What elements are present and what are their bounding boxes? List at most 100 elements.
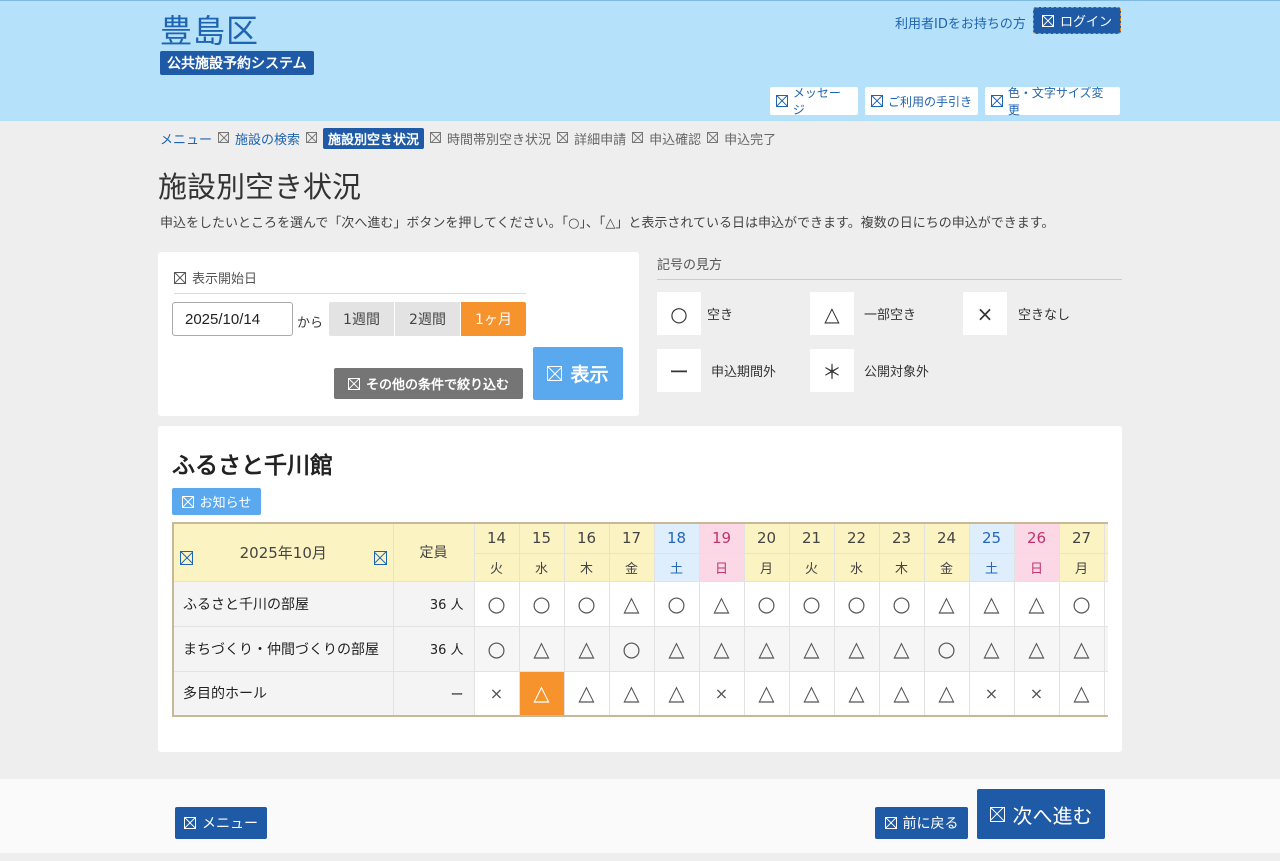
availability-cell[interactable]: △ bbox=[698, 625, 745, 672]
availability-cell[interactable]: △ bbox=[968, 625, 1015, 672]
room-row: 多目的ホールー × △ △ △ △ × △ △ △ △ △ × × △ bbox=[172, 670, 1108, 717]
login-icon bbox=[1041, 14, 1054, 27]
login-button[interactable]: ログイン bbox=[1033, 7, 1121, 34]
crumb-menu[interactable]: メニュー bbox=[160, 129, 212, 148]
day-header: 15 bbox=[518, 522, 565, 554]
start-date-input[interactable] bbox=[172, 302, 293, 336]
availability-cell[interactable]: △ bbox=[1013, 625, 1060, 672]
availability-cell[interactable]: × bbox=[473, 670, 520, 717]
show-icon bbox=[547, 366, 563, 381]
crumb-separator-icon bbox=[707, 132, 719, 144]
availability-cell[interactable]: △ bbox=[743, 670, 790, 717]
period-2week-button[interactable]: 2週間 bbox=[395, 302, 460, 336]
availability-cell[interactable]: ○ bbox=[473, 580, 520, 627]
availability-cell[interactable]: △ bbox=[968, 580, 1015, 627]
show-label: 表示 bbox=[570, 364, 609, 386]
next-button[interactable]: 次へ進む bbox=[977, 789, 1105, 839]
weekday-header: 火 bbox=[788, 552, 835, 582]
legend-symbol-partial: △ bbox=[810, 292, 854, 335]
availability-cell[interactable]: △ bbox=[653, 625, 700, 672]
availability-cell[interactable]: × bbox=[1013, 670, 1060, 717]
availability-cell[interactable]: △ bbox=[743, 625, 790, 672]
availability-cell[interactable]: △ bbox=[1013, 580, 1060, 627]
availability-cell[interactable]: △ bbox=[833, 670, 880, 717]
back-button[interactable]: 前に戻る bbox=[875, 807, 968, 839]
room-capacity: 36 人 bbox=[392, 625, 475, 672]
availability-cell[interactable]: △ bbox=[878, 625, 925, 672]
availability-cell[interactable]: △ bbox=[653, 670, 700, 717]
availability-cell[interactable]: △ bbox=[923, 670, 970, 717]
availability-cell[interactable]: △ bbox=[518, 625, 565, 672]
day-header: 25 bbox=[968, 522, 1015, 554]
period-1week-button[interactable]: 1週間 bbox=[329, 302, 394, 336]
availability-cell[interactable]: × bbox=[698, 670, 745, 717]
availability-cell[interactable]: △ bbox=[608, 580, 655, 627]
availability-cell bbox=[1103, 580, 1108, 627]
weekday-header: 火 bbox=[473, 552, 520, 582]
availability-cell[interactable]: ○ bbox=[518, 580, 565, 627]
legend-label-full: 空きなし bbox=[1018, 308, 1071, 323]
availability-cell[interactable]: ○ bbox=[563, 580, 610, 627]
availability-cell bbox=[1103, 670, 1108, 717]
date-panel: 表示開始日 から 1週間 2週間 1ヶ月 その他の条件で絞り込む 表示 bbox=[158, 252, 639, 416]
menu-label: メニュー bbox=[202, 816, 258, 832]
legend-symbol-private: ＊ bbox=[810, 349, 854, 392]
period-1month-button[interactable]: 1ヶ月 bbox=[461, 302, 526, 336]
day-header: 19 bbox=[698, 522, 745, 554]
availability-cell[interactable]: ○ bbox=[878, 580, 925, 627]
legend-title: 記号の見方 bbox=[657, 254, 1122, 280]
date-panel-heading: 表示開始日 bbox=[174, 268, 526, 294]
availability-cell[interactable]: ○ bbox=[788, 580, 835, 627]
availability-cell[interactable]: △ bbox=[1058, 625, 1105, 672]
availability-cell[interactable]: △ bbox=[923, 580, 970, 627]
availability-cell[interactable]: △ bbox=[563, 670, 610, 717]
availability-cell[interactable]: △ bbox=[608, 670, 655, 717]
availability-cell[interactable]: △ bbox=[788, 625, 835, 672]
availability-cell[interactable]: △ bbox=[833, 625, 880, 672]
availability-cell[interactable]: △ bbox=[1058, 670, 1105, 717]
guide-button[interactable]: ご利用の手引き bbox=[865, 87, 978, 115]
crumb-search[interactable]: 施設の検索 bbox=[235, 129, 300, 148]
availability-grid: 2025年10月 定員 14 15 16 17 18 19 20 21 22 23 24 25 26 27 火水… bbox=[172, 522, 1108, 717]
next-label: 次へ進む bbox=[1012, 803, 1093, 828]
month-header: 2025年10月 bbox=[172, 522, 394, 582]
notice-button[interactable]: お知らせ bbox=[172, 488, 261, 515]
availability-cell[interactable]: △ bbox=[563, 625, 610, 672]
back-label: 前に戻る bbox=[902, 816, 959, 832]
weekday-header: 水 bbox=[518, 552, 565, 582]
availability-cell[interactable]: ○ bbox=[473, 625, 520, 672]
login-label: ログイン bbox=[1059, 15, 1112, 30]
legend-label-partial: 一部空き bbox=[864, 308, 917, 323]
site-title[interactable]: 豊島区 bbox=[160, 6, 259, 52]
weekday-header bbox=[1103, 552, 1108, 582]
availability-cell[interactable]: △ bbox=[878, 670, 925, 717]
display-settings-button[interactable]: 色・文字サイズ変更 bbox=[985, 86, 1120, 117]
weekday-header: 木 bbox=[563, 552, 610, 582]
room-name: 多目的ホール bbox=[172, 670, 394, 717]
filter-conditions-button[interactable]: その他の条件で絞り込む bbox=[334, 368, 523, 399]
show-button[interactable]: 表示 bbox=[533, 347, 623, 400]
room-name: まちづくり・仲間づくりの部屋 bbox=[172, 625, 394, 672]
weekday-header: 月 bbox=[1058, 552, 1105, 582]
weekday-header: 日 bbox=[1013, 552, 1060, 582]
room-name: ふるさと千川の部屋 bbox=[172, 580, 394, 627]
availability-cell[interactable]: △ bbox=[698, 580, 745, 627]
availability-cell[interactable]: ○ bbox=[743, 580, 790, 627]
next-month-icon[interactable] bbox=[373, 548, 387, 566]
menu-button[interactable]: メニュー bbox=[175, 807, 267, 839]
availability-cell[interactable]: ○ bbox=[653, 580, 700, 627]
availability-cell[interactable]: ○ bbox=[608, 625, 655, 672]
availability-cell[interactable]: △ bbox=[788, 670, 835, 717]
availability-cell[interactable]: × bbox=[968, 670, 1015, 717]
prev-month-icon[interactable] bbox=[180, 548, 193, 566]
message-icon bbox=[776, 95, 788, 107]
legend-label-out-of-period: 申込期間外 bbox=[711, 365, 777, 380]
availability-cell[interactable]: △ bbox=[518, 670, 565, 717]
message-button[interactable]: メッセージ bbox=[770, 86, 858, 117]
availability-cell[interactable]: ○ bbox=[1058, 580, 1105, 627]
availability-cell[interactable]: ○ bbox=[833, 580, 880, 627]
weekday-header: 月 bbox=[743, 552, 790, 582]
legend-symbol-available: ○ bbox=[657, 292, 701, 335]
availability-cell[interactable]: ○ bbox=[923, 625, 970, 672]
month-label: 2025年10月 bbox=[239, 543, 327, 562]
